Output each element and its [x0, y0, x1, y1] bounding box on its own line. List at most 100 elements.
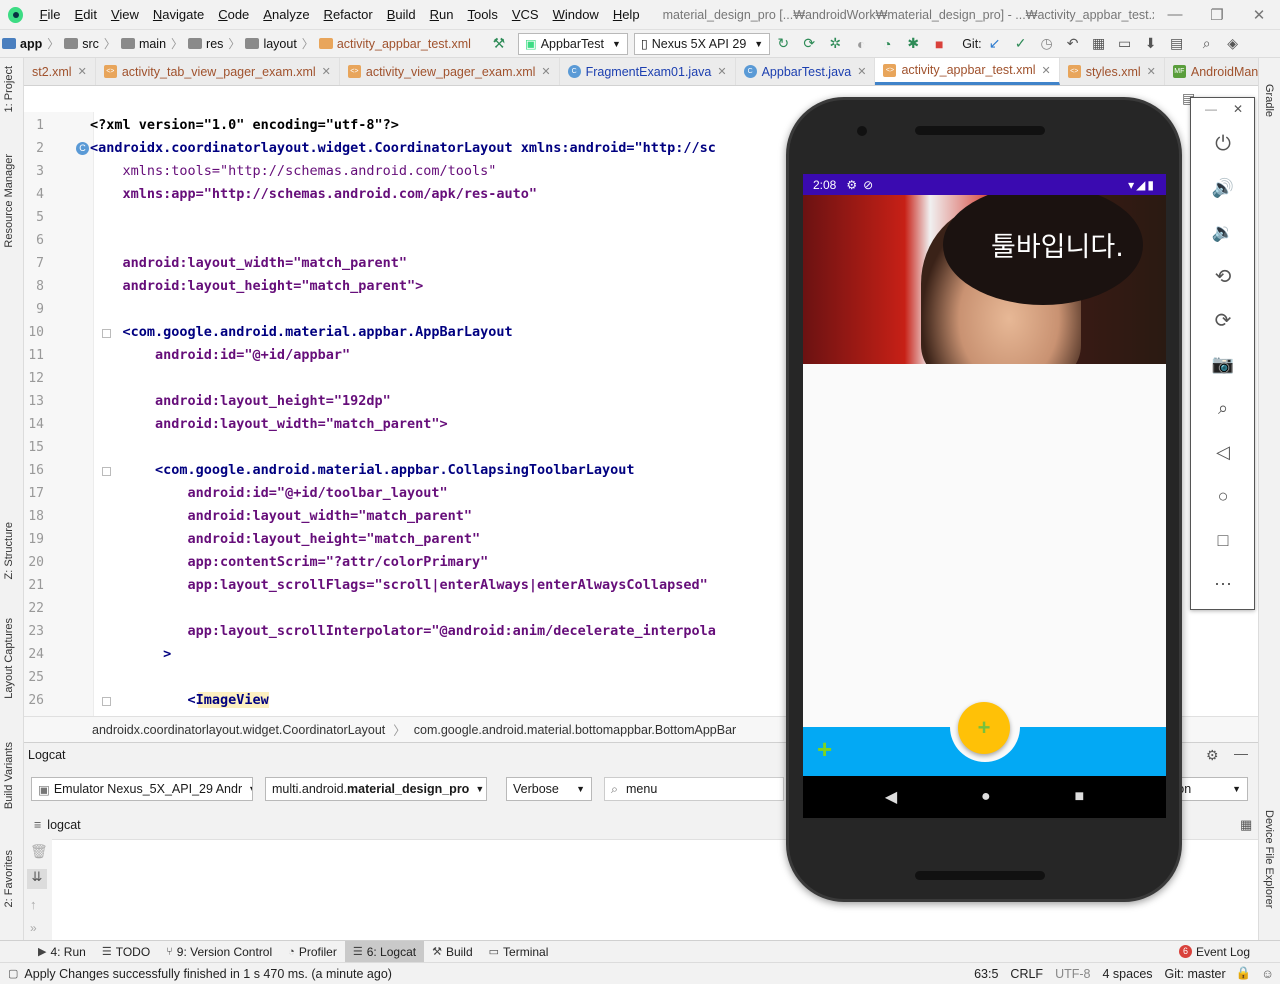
volume-down-icon[interactable]: 🔉 — [1209, 218, 1237, 246]
close-tab-icon[interactable]: ✕ — [1042, 64, 1051, 77]
avd-manager-icon[interactable]: ▭ — [1114, 33, 1136, 55]
logcat-process-select[interactable]: multi.android. material_design_pro ▼ — [265, 777, 487, 801]
tool-build[interactable]: ⚒ Build — [424, 941, 481, 963]
git-history-icon[interactable]: ◷ — [1036, 33, 1058, 55]
settings-gear-icon[interactable]: ⚙ — [1206, 747, 1219, 764]
tab-st2[interactable]: st2.xml ✕ — [24, 58, 96, 85]
project-structure-icon[interactable]: ▦ — [1088, 33, 1110, 55]
menu-vcs[interactable]: VCS — [505, 0, 546, 30]
assistant-icon[interactable]: ◈ — [1222, 33, 1244, 55]
crumb-src[interactable]: src — [61, 37, 102, 51]
tab-activity-tab-view-pager[interactable]: <> activity_tab_view_pager_exam.xml ✕ — [96, 58, 340, 85]
zoom-icon[interactable]: ⌕ — [1209, 394, 1237, 422]
tool-device-file-explorer[interactable]: Device File Explorer — [1263, 810, 1275, 908]
crumb-res[interactable]: res — [185, 37, 226, 51]
search-icon[interactable]: ⌕ — [1196, 33, 1218, 55]
attach-debugger-icon[interactable]: ✱ — [902, 33, 924, 55]
log-level-select[interactable]: Verbose ▼ — [506, 777, 592, 801]
minimize-icon[interactable]: — — [1154, 6, 1196, 24]
git-update-icon[interactable]: ↙ — [984, 33, 1006, 55]
run-config-select[interactable]: ▣ AppbarTest ▼ — [517, 32, 628, 55]
menu-run[interactable]: Run — [423, 0, 461, 30]
overview-icon[interactable]: □ — [1209, 526, 1237, 554]
crumb-file[interactable]: activity_appbar_test.xml — [316, 37, 474, 51]
layout-icon[interactable]: ▦ — [1240, 817, 1252, 833]
trash-icon[interactable]: 🗑 — [30, 843, 48, 860]
rotate-right-icon[interactable]: ⟳ — [1209, 306, 1237, 334]
tool-structure[interactable]: Z: Structure — [3, 522, 15, 579]
close-emulator-icon[interactable]: ✕ — [1233, 102, 1243, 116]
tool-gradle[interactable]: Gradle — [1263, 84, 1275, 117]
close-tab-icon[interactable]: ✕ — [1147, 65, 1156, 78]
tool-todo[interactable]: ☰ TODO — [94, 941, 158, 963]
power-icon[interactable]: ⏻ — [1209, 130, 1237, 158]
tool-layout-captures[interactable]: Layout Captures — [3, 618, 15, 699]
git-branch[interactable]: Git: master — [1159, 967, 1232, 981]
tool-favorites[interactable]: 2: Favorites — [3, 850, 15, 907]
bottom-bar-add-icon[interactable]: + — [817, 736, 832, 762]
debug-icon[interactable]: ✲ — [824, 33, 846, 55]
menu-view[interactable]: View — [104, 0, 146, 30]
tool-terminal[interactable]: ▭ Terminal — [481, 941, 557, 963]
menu-code[interactable]: Code — [211, 0, 256, 30]
tool-logcat[interactable]: ☰ 6: Logcat — [344, 940, 425, 963]
tab-appbar-test-java[interactable]: C AppbarTest.java ✕ — [736, 58, 876, 85]
tab-styles[interactable]: <> styles.xml ✕ — [1060, 58, 1165, 85]
apply-changes-icon[interactable]: ↻ — [772, 33, 794, 55]
restore-icon[interactable]: ❐ — [1196, 6, 1238, 24]
scroll-to-end-icon[interactable]: ⇊ — [27, 869, 47, 889]
tab-fragment-exam01[interactable]: C FragmentExam01.java ✕ — [560, 58, 736, 85]
close-tab-icon[interactable]: ✕ — [541, 65, 550, 78]
menu-refactor[interactable]: Refactor — [317, 0, 380, 30]
menu-edit[interactable]: Edit — [68, 0, 104, 30]
tab-activity-appbar-test[interactable]: <> activity_appbar_test.xml ✕ — [875, 58, 1060, 85]
crumb-main[interactable]: main — [118, 37, 169, 51]
crumb-layout[interactable]: layout — [242, 37, 299, 51]
inspector-icon[interactable]: ☺ — [1255, 967, 1280, 981]
menu-analyze[interactable]: Analyze — [256, 0, 316, 30]
camera-icon[interactable]: 📷 — [1209, 350, 1237, 378]
code-area[interactable]: <?xml version="1.0" encoding="utf-8"?> <… — [24, 112, 784, 716]
tool-event-log[interactable]: 6 Event Log — [1171, 941, 1258, 963]
stop-icon[interactable]: ■ — [928, 33, 950, 55]
tool-build-variants[interactable]: Build Variants — [3, 742, 15, 809]
menu-help[interactable]: Help — [606, 0, 647, 30]
line-separator[interactable]: CRLF — [1004, 967, 1049, 981]
xml-crumb-bottomappbar[interactable]: com.google.android.material.bottomappbar… — [414, 723, 736, 737]
hide-panel-icon[interactable]: — — [1234, 745, 1248, 761]
file-encoding[interactable]: UTF-8 — [1049, 967, 1096, 981]
sdk-manager-icon[interactable]: ⬇ — [1140, 33, 1162, 55]
lock-icon[interactable]: 🔒 — [1232, 966, 1256, 981]
tab-android-manifest[interactable]: MF AndroidManifest — [1165, 58, 1258, 85]
coverage-icon[interactable]: ◐ — [850, 33, 872, 55]
rotate-left-icon[interactable]: ⟲ — [1209, 262, 1237, 290]
logcat-search-input[interactable]: ⌕ menu — [604, 777, 784, 801]
volume-up-icon[interactable]: 🔊 — [1209, 174, 1237, 202]
more-icon[interactable]: ⋯ — [1209, 570, 1237, 598]
device-manager-icon[interactable]: ▤ — [1166, 33, 1188, 55]
back-icon[interactable]: ◁ — [1209, 438, 1237, 466]
menu-file[interactable]: File — [33, 0, 68, 30]
close-tab-icon[interactable]: ✕ — [857, 65, 866, 78]
up-arrow-icon[interactable]: ↑ — [30, 897, 37, 912]
back-icon[interactable]: ◀ — [885, 787, 897, 807]
indent-setting[interactable]: 4 spaces — [1097, 967, 1159, 981]
xml-crumb-coordinator[interactable]: androidx.coordinatorlayout.widget.Coordi… — [92, 723, 385, 737]
hammer-icon[interactable]: ⚒ — [488, 33, 510, 55]
close-icon[interactable]: ✕ — [1238, 6, 1280, 24]
crumb-app[interactable]: app — [0, 37, 45, 51]
tool-project[interactable]: 1: Project — [3, 66, 15, 112]
device-select[interactable]: ▯ Nexus 5X API 29 ▼ — [633, 32, 771, 55]
tool-version-control[interactable]: ⑂ 9: Version Control — [158, 941, 280, 963]
menu-navigate[interactable]: Navigate — [146, 0, 211, 30]
tool-run[interactable]: ▶ 4: Run — [30, 941, 94, 963]
menu-tools[interactable]: Tools — [460, 0, 504, 30]
more-icon[interactable]: » — [30, 921, 37, 935]
caret-position[interactable]: 63:5 — [968, 967, 1004, 981]
profile-icon[interactable]: ◔ — [876, 33, 898, 55]
emulator-screen[interactable]: 2:08 ⚙ ⊘ ▾◢▮ 툴바입니다. + + ◀ ● ■ — [803, 174, 1166, 818]
close-tab-icon[interactable]: ✕ — [322, 65, 331, 78]
apply-code-changes-icon[interactable]: ⟳ — [798, 33, 820, 55]
tab-activity-view-pager[interactable]: <> activity_view_pager_exam.xml ✕ — [340, 58, 560, 85]
recents-icon[interactable]: ■ — [1074, 788, 1084, 806]
